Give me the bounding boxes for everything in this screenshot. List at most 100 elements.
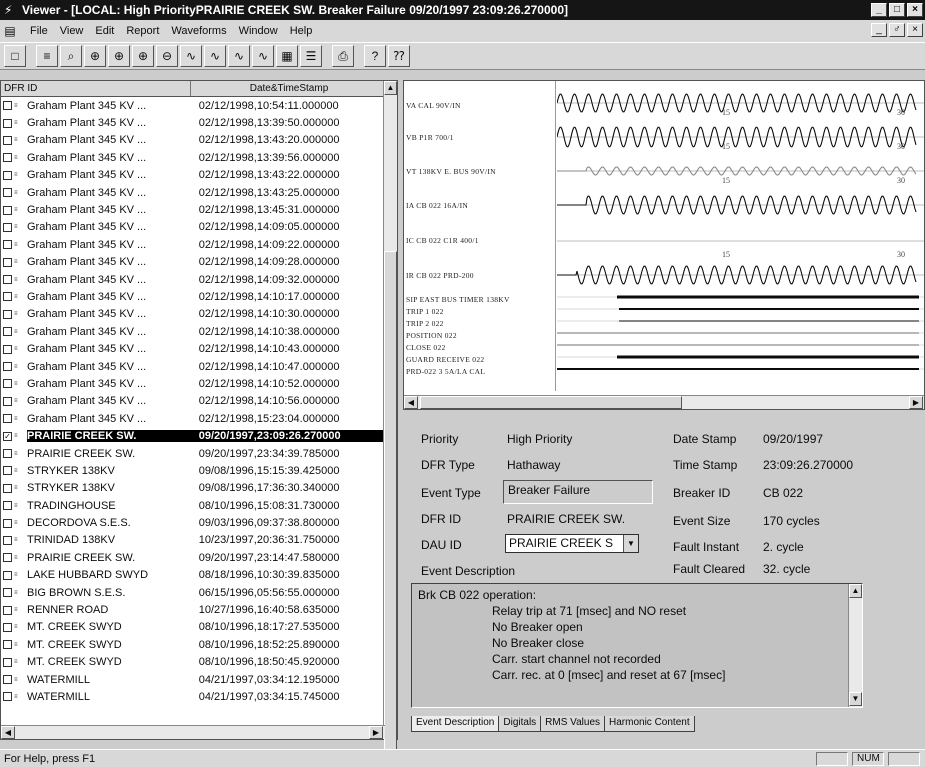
row-checkbox[interactable] xyxy=(3,344,12,354)
dau-id-select[interactable]: PRAIRIE CREEK S ▼ xyxy=(505,534,639,553)
channel-label[interactable]: GUARD RECEIVE 022 xyxy=(406,355,484,364)
event-description-box[interactable]: Brk CB 022 operation: Relay trip at 71 [… xyxy=(411,583,863,708)
row-checkbox[interactable] xyxy=(3,275,12,285)
help-icon[interactable]: ? xyxy=(364,45,386,67)
scroll-thumb[interactable] xyxy=(420,396,682,409)
list-vertical-scrollbar[interactable]: ▲ xyxy=(383,81,397,751)
menu-file[interactable]: File xyxy=(24,25,54,37)
scroll-up-arrow-icon[interactable]: ▲ xyxy=(849,584,862,598)
menu-waveforms[interactable]: Waveforms xyxy=(165,25,232,37)
list-item[interactable]: ≡ MT. CREEK SWYD 08/10/1996,18:17:27.53500… xyxy=(1,619,385,636)
list-item[interactable]: ≡ PRAIRIE CREEK SW. 09/20/1997,23:34:39.78… xyxy=(1,445,385,462)
tab-rms-values[interactable]: RMS Values xyxy=(540,716,606,732)
row-checkbox[interactable] xyxy=(3,640,12,650)
row-checkbox[interactable] xyxy=(3,101,12,111)
waveform-icon[interactable]: ∿ xyxy=(252,45,274,67)
mdi-close-button[interactable]: × xyxy=(907,23,923,37)
list-item[interactable]: ≡ Graham Plant 345 KV ... 02/12/1998,14:10… xyxy=(1,393,385,410)
waveform-plot[interactable]: 15 30 15 30 15 30 15 30 xyxy=(557,81,924,393)
row-checkbox[interactable] xyxy=(3,588,12,598)
waveform-icon[interactable]: ∿ xyxy=(204,45,226,67)
row-checkbox[interactable] xyxy=(3,362,12,372)
row-checkbox[interactable] xyxy=(3,188,12,198)
row-checkbox[interactable] xyxy=(3,379,12,389)
tab-harmonic-content[interactable]: Harmonic Content xyxy=(604,716,695,732)
row-checkbox[interactable] xyxy=(3,396,12,406)
row-checkbox[interactable] xyxy=(3,414,12,424)
list-item[interactable]: ≡ WATERMILL 04/21/1997,03:34:15.745000 xyxy=(1,688,385,705)
list-item[interactable]: ≡ RENNER ROAD 10/27/1996,16:40:58.635000 xyxy=(1,601,385,618)
menu-help[interactable]: Help xyxy=(284,25,319,37)
app-icon[interactable]: ⚡ xyxy=(4,3,18,17)
row-checkbox[interactable] xyxy=(3,483,12,493)
print-icon[interactable]: ⎙ xyxy=(332,45,354,67)
list-item[interactable]: ≡ Graham Plant 345 KV ... 02/12/1998,13:43… xyxy=(1,184,385,201)
channel-label[interactable]: IA CB 022 16A/IN xyxy=(406,201,468,210)
list-item[interactable]: ≡ PRAIRIE CREEK SW. 09/20/1997,23:14:47.58… xyxy=(1,549,385,566)
list-horizontal-scrollbar[interactable]: ◀ ▶ xyxy=(1,725,385,739)
row-checkbox[interactable] xyxy=(3,118,12,128)
row-checkbox[interactable] xyxy=(3,292,12,302)
zoom-out-icon[interactable]: ⊖ xyxy=(156,45,178,67)
column-header-timestamp[interactable]: Date&TimeStamp xyxy=(191,81,385,96)
close-button[interactable]: × xyxy=(907,3,923,17)
waveform-horizontal-scrollbar[interactable]: ◀ ▶ xyxy=(404,395,924,409)
menu-view[interactable]: View xyxy=(54,25,90,37)
list-item[interactable]: ≡ Graham Plant 345 KV ... 02/12/1998,13:43… xyxy=(1,132,385,149)
list-item[interactable]: ≡ Graham Plant 345 KV ... 02/12/1998,14:10… xyxy=(1,375,385,392)
channel-label[interactable]: IC CB 022 C1R 400/1 xyxy=(406,236,479,245)
row-checkbox[interactable] xyxy=(3,153,12,163)
list-item[interactable]: ≡ Graham Plant 345 KV ... 02/12/1998,15:23… xyxy=(1,410,385,427)
list-item[interactable]: ≡ TRINIDAD 138KV 10/23/1997,20:36:31.75000… xyxy=(1,532,385,549)
channel-label[interactable]: POSITION 022 xyxy=(406,331,457,340)
waveform-icon[interactable]: ∿ xyxy=(180,45,202,67)
row-checkbox[interactable] xyxy=(3,657,12,667)
menu-edit[interactable]: Edit xyxy=(89,25,120,37)
zoom-in-icon[interactable]: ⊕ xyxy=(84,45,106,67)
list-item[interactable]: ≡ Graham Plant 345 KV ... 02/12/1998,13:39… xyxy=(1,149,385,166)
chart-icon[interactable]: ☰ xyxy=(300,45,322,67)
zoom-in-icon[interactable]: ⊕ xyxy=(132,45,154,67)
row-checkbox[interactable] xyxy=(3,309,12,319)
description-scrollbar[interactable]: ▲ ▼ xyxy=(848,584,862,707)
new-icon[interactable]: □ xyxy=(4,45,26,67)
list-item[interactable]: ≡ BIG BROWN S.E.S. 06/15/1996,05:56:55.000… xyxy=(1,584,385,601)
tab-event-description[interactable]: Event Description xyxy=(411,716,500,732)
channel-label[interactable]: CLOSE 022 xyxy=(406,343,446,352)
row-checkbox[interactable] xyxy=(3,622,12,632)
channel-label[interactable]: SIP EAST BUS TIMER 138KV xyxy=(406,295,510,304)
row-checkbox[interactable] xyxy=(3,692,12,702)
scroll-left-arrow-icon[interactable]: ◀ xyxy=(404,396,418,409)
channel-label[interactable]: PRD-022 3 5A/LA CAL xyxy=(406,367,485,376)
waveform-icon[interactable]: ∿ xyxy=(228,45,250,67)
list-item[interactable]: ≡ DECORDOVA S.E.S. 09/03/1996,09:37:38.800… xyxy=(1,514,385,531)
list-item[interactable]: ≡ STRYKER 138KV 09/08/1996,15:15:39.425000 xyxy=(1,462,385,479)
list-item[interactable]: ≡ Graham Plant 345 KV ... 02/12/1998,13:45… xyxy=(1,201,385,218)
scroll-right-arrow-icon[interactable]: ▶ xyxy=(369,726,383,739)
list-item[interactable]: ≡ Graham Plant 345 KV ... 02/12/1998,14:09… xyxy=(1,271,385,288)
scroll-up-arrow-icon[interactable]: ▲ xyxy=(384,81,397,95)
row-checkbox[interactable] xyxy=(3,205,12,215)
minimize-button[interactable]: _ xyxy=(871,3,887,17)
row-checkbox[interactable] xyxy=(3,466,12,476)
row-checkbox[interactable] xyxy=(3,553,12,563)
list-item[interactable]: ≡ MT. CREEK SWYD 08/10/1996,18:50:45.92000… xyxy=(1,654,385,671)
row-checkbox[interactable] xyxy=(3,135,12,145)
row-checkbox[interactable] xyxy=(3,222,12,232)
row-checkbox[interactable] xyxy=(3,257,12,267)
row-checkbox[interactable] xyxy=(3,675,12,685)
maximize-button[interactable]: □ xyxy=(889,3,905,17)
mdi-restore-button[interactable]: ♂ xyxy=(889,23,905,37)
channel-label[interactable]: TRIP 2 022 xyxy=(406,319,444,328)
list-item[interactable]: ≡ Graham Plant 345 KV ... 02/12/1998,13:39… xyxy=(1,114,385,131)
context-help-icon[interactable]: ⁇ xyxy=(388,45,410,67)
row-checkbox[interactable] xyxy=(3,170,12,180)
print-preview-icon[interactable]: ⌕ xyxy=(60,45,82,67)
list-item[interactable]: ≡ MT. CREEK SWYD 08/10/1996,18:52:25.89000… xyxy=(1,636,385,653)
list-item[interactable]: ≡ Graham Plant 345 KV ... 02/12/1998,14:10… xyxy=(1,340,385,357)
channel-label[interactable]: VB P1R 700/1 xyxy=(406,133,454,142)
list-item[interactable]: ≡ Graham Plant 345 KV ... 02/12/1998,14:09… xyxy=(1,219,385,236)
list-item[interactable]: ≡ Graham Plant 345 KV ... 02/12/1998,13:43… xyxy=(1,167,385,184)
row-checkbox[interactable] xyxy=(3,518,12,528)
document-icon[interactable]: ▤ xyxy=(2,24,18,38)
